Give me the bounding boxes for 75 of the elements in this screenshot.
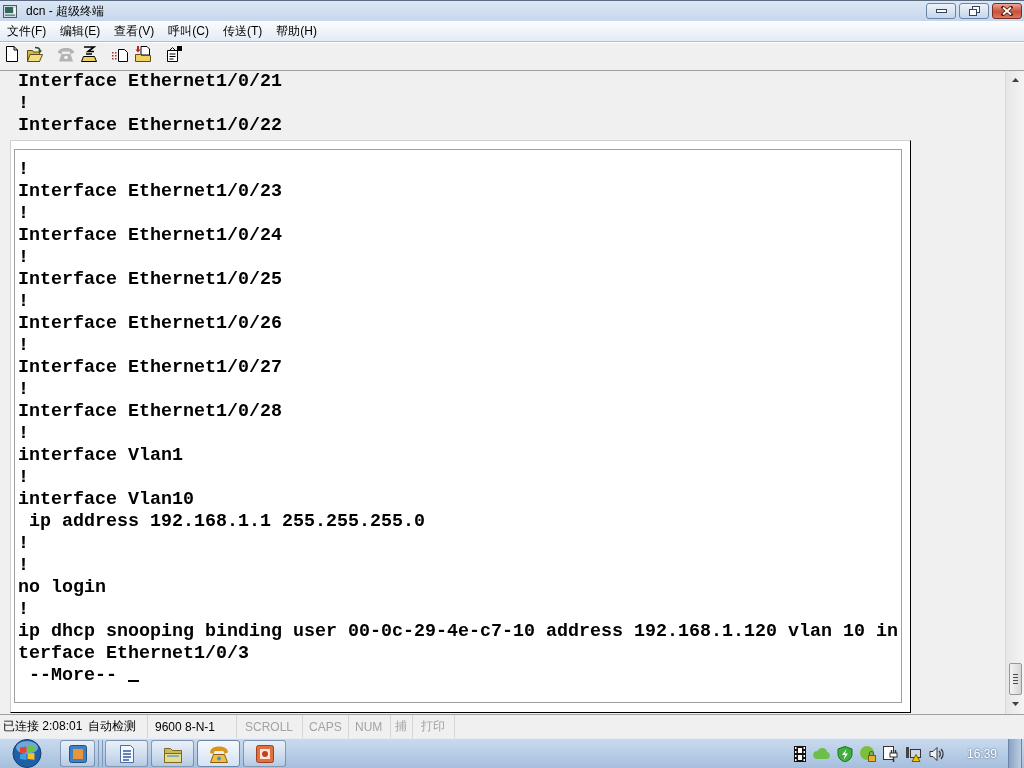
terminal-line: ! [18, 247, 29, 269]
document-icon[interactable] [4, 46, 20, 62]
status-text: SCROLL [245, 719, 294, 734]
terminal-line: ! [18, 159, 29, 181]
slide-icon [255, 744, 274, 763]
window-title: dcn - 超级终端 [26, 3, 104, 19]
terminal-line: ! [18, 599, 29, 621]
status-text: 自动检测 [88, 718, 136, 735]
terminal-line: Interface Ethernet1/0/25 [18, 269, 282, 291]
status-text: CAPS [309, 719, 342, 734]
start-button[interactable] [12, 739, 42, 768]
menu-item[interactable]: 文件(F) [0, 22, 54, 40]
terminal-line: Interface Ethernet1/0/28 [18, 401, 282, 423]
terminal-line: Interface Ethernet1/0/22 [18, 115, 282, 137]
restore-icon [968, 6, 980, 16]
film-icon[interactable] [793, 745, 806, 762]
terminal-line: interface Vlan1 [18, 445, 183, 467]
status-text: NUM [355, 719, 383, 734]
taskbar-button[interactable] [151, 740, 194, 767]
speaker-icon[interactable] [928, 745, 945, 762]
close-button[interactable] [992, 3, 1022, 19]
terminal-line: ip address 192.168.1.1 255.255.255.0 [28, 511, 425, 533]
terminal-line: ip dhcp snooping binding user 00-0c-29-4e-c7-10 address 192.168.1.120 vlan 10 in [18, 621, 898, 643]
terminal-line: ! [18, 203, 29, 225]
terminal-line: ! [18, 467, 29, 489]
menu-item[interactable]: 帮助(H) [269, 22, 324, 40]
minimize-icon [935, 9, 947, 13]
up-arrow-icon [1011, 77, 1019, 82]
terminal-line: ! [18, 93, 29, 115]
more-prompt: --More-- [28, 665, 117, 687]
terminal-line: terface Ethernet1/0/3 [18, 643, 249, 665]
status-text: 9600 8-N-1 [155, 719, 216, 734]
dotted-document-icon[interactable] [112, 46, 128, 62]
status-text: 打印 [421, 718, 445, 735]
terminal-line: ! [18, 533, 29, 555]
down-arrow-icon [1011, 701, 1019, 706]
menu-item[interactable]: 编辑(E) [53, 22, 108, 40]
scroll-thumb[interactable] [1008, 663, 1022, 695]
open-folder-icon[interactable] [27, 46, 43, 62]
app-window-icon [3, 4, 17, 18]
cursor-icon [128, 680, 139, 682]
terminal-line: no login [18, 577, 106, 599]
terminal-line: Interface Ethernet1/0/21 [18, 71, 282, 93]
document-icon [117, 744, 136, 763]
taskbar-button[interactable] [105, 740, 148, 767]
terminal-line: ! [18, 291, 29, 313]
terminal-line: ! [18, 555, 29, 577]
lock-icon[interactable] [859, 745, 876, 762]
taskbar-button[interactable] [243, 740, 286, 767]
clipboard-icon[interactable] [166, 46, 182, 62]
terminal-line: Interface Ethernet1/0/23 [18, 181, 282, 203]
plug-icon[interactable] [882, 745, 899, 762]
taskbar-button[interactable] [60, 740, 95, 767]
window-icon [68, 744, 87, 763]
close-icon [1001, 6, 1013, 16]
taskbar-button[interactable] [197, 740, 240, 767]
terminal-line: Interface Ethernet1/0/24 [18, 225, 282, 247]
status-text: 捕 [395, 718, 407, 735]
terminal-line: interface Vlan10 [18, 489, 194, 511]
terminal-line: Interface Ethernet1/0/26 [18, 313, 282, 335]
status-text: 已连接 2:08:01 [3, 718, 83, 735]
shield-icon[interactable] [836, 745, 853, 762]
phone-handset-icon[interactable] [81, 46, 97, 62]
terminal-line: Interface Ethernet1/0/27 [18, 357, 282, 379]
menu-item[interactable]: 查看(V) [107, 22, 162, 40]
minimize-button[interactable] [926, 3, 956, 19]
menu-item[interactable]: 传送(T) [216, 22, 270, 40]
folder-arrow-icon[interactable] [135, 46, 151, 62]
phone-icon [209, 744, 228, 763]
menu-item[interactable]: 呼叫(C) [161, 22, 216, 40]
terminal-line: ! [18, 335, 29, 357]
restore-button[interactable] [959, 3, 989, 19]
terminal-line: ! [18, 379, 29, 401]
terminal-line: ! [18, 423, 29, 445]
network-warning-icon[interactable] [905, 745, 922, 762]
